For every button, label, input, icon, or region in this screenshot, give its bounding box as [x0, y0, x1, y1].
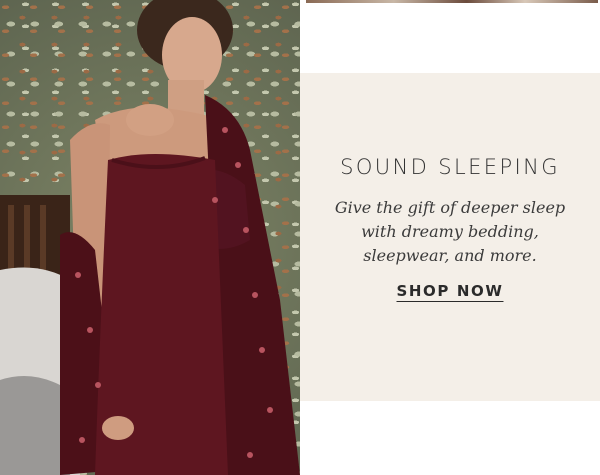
model-illustration [0, 0, 300, 475]
promo-body: Give the gift of deeper sleep with dream… [334, 198, 566, 265]
top-photo-strip [306, 0, 598, 3]
promo-title: SOUND SLEEPING [340, 155, 560, 179]
hero-photo[interactable] [0, 0, 300, 475]
promo-panel: SOUND SLEEPING Give the gift of deeper s… [300, 73, 600, 401]
shop-now-link[interactable]: SHOP NOW [397, 282, 504, 300]
